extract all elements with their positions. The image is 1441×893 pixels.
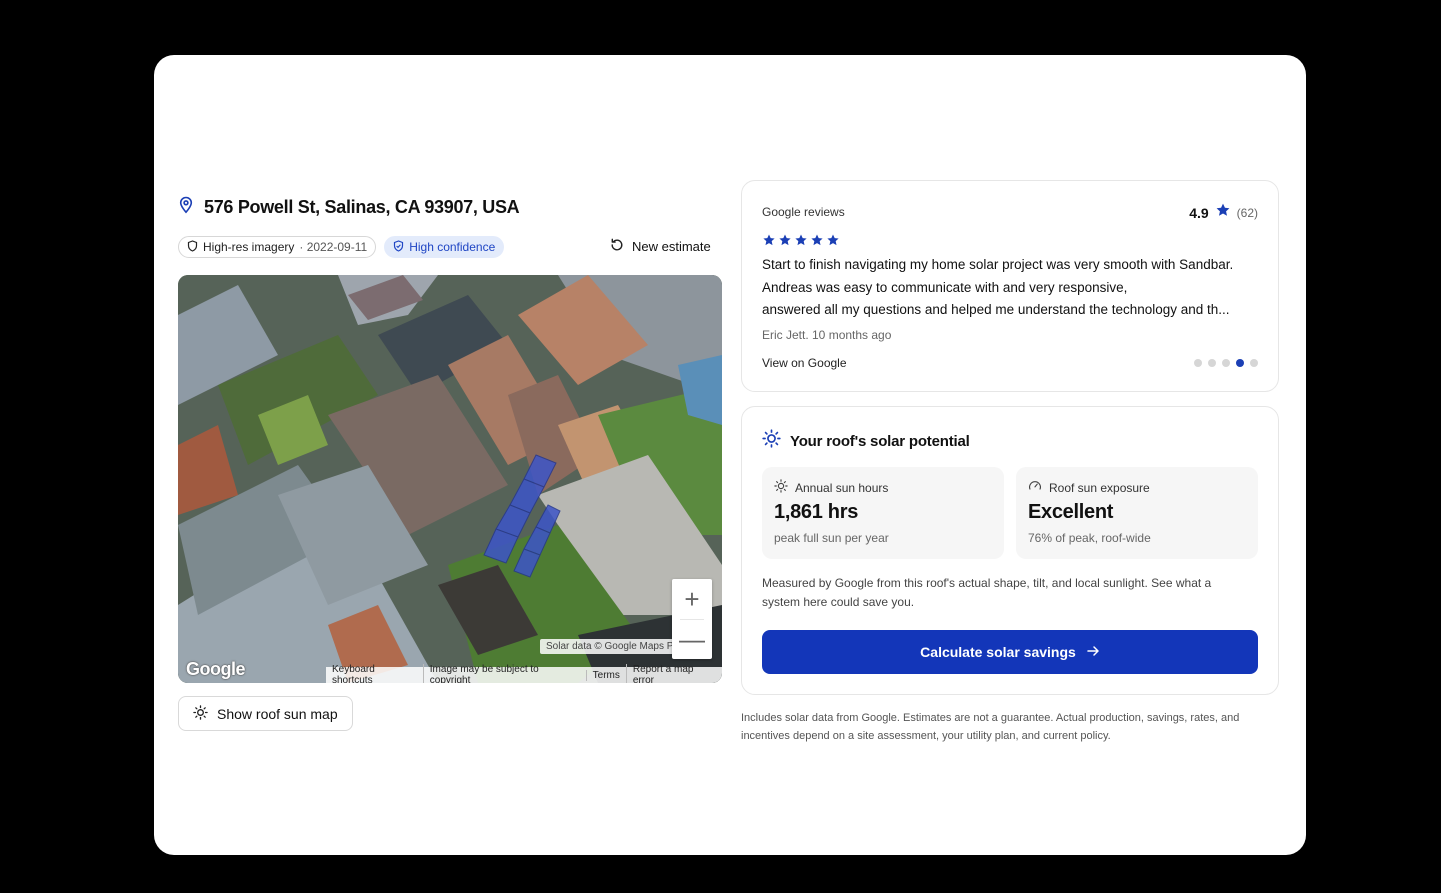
review-text: Start to finish navigating my home solar… [762, 254, 1260, 322]
terms-link[interactable]: Terms [585, 669, 626, 681]
show-roof-sun-map-button[interactable]: Show roof sun map [178, 696, 353, 731]
sun-icon [193, 704, 208, 723]
review-stars [762, 233, 840, 247]
google-reviews-card: Google reviews 4.9 (62) Start to finish … [741, 180, 1279, 392]
pagination-dot[interactable] [1194, 359, 1202, 367]
star-icon [827, 234, 839, 246]
pagination-dot[interactable] [1236, 359, 1244, 367]
new-estimate-button[interactable]: New estimate [610, 238, 711, 255]
zoom-out-button[interactable]: — [672, 619, 712, 659]
stat-subtext: peak full sun per year [774, 531, 889, 545]
map-footer-links: Keyboard shortcuts Image may be subject … [326, 664, 722, 683]
star-icon [795, 234, 807, 246]
stat-label: Annual sun hours [795, 480, 889, 495]
show-roof-sun-map-label: Show roof sun map [217, 705, 338, 722]
imagery-chip: High-res imagery · 2022-09-11 [178, 236, 377, 258]
confidence-label: High confidence [409, 240, 496, 254]
review-text-truncated: answered all my questions and helped me … [762, 302, 1230, 317]
cta-label: Calculate solar savings [920, 644, 1076, 660]
review-count: (62) [1236, 205, 1258, 220]
solar-title: Your roof's solar potential [790, 432, 970, 450]
review-text-main: Start to finish navigating my home solar… [762, 257, 1234, 295]
stat-subtext: 76% of peak, roof-wide [1028, 531, 1151, 545]
solar-potential-card: Your roof's solar potential Annual sun h… [741, 406, 1279, 695]
zoom-in-button[interactable]: + [672, 579, 712, 619]
address-text: 576 Powell St, Salinas, CA 93907, USA [204, 197, 520, 217]
new-estimate-label: New estimate [632, 239, 711, 254]
roof-sun-exposure-stat: Roof sun exposure Excellent 76% of peak,… [1016, 467, 1258, 559]
zoom-control: + — [672, 579, 712, 659]
google-logo: Google [186, 659, 246, 679]
aerial-imagery [178, 275, 722, 683]
pagination-dot[interactable] [1222, 359, 1230, 367]
review-pagination [1194, 359, 1258, 367]
pagination-dot[interactable] [1208, 359, 1216, 367]
star-icon [811, 234, 823, 246]
confidence-chip: High confidence [384, 236, 505, 258]
star-icon [763, 234, 775, 246]
imagery-label: High-res imagery [203, 240, 295, 254]
map-pin-icon [178, 196, 194, 219]
review-author: Eric Jett. 10 months ago [762, 328, 892, 342]
stat-value: Excellent [1028, 501, 1114, 523]
stat-label: Roof sun exposure [1049, 480, 1150, 495]
reviews-title: Google reviews [762, 205, 845, 219]
solar-header: Your roof's solar potential [762, 429, 970, 453]
stat-value: 1,861 hrs [774, 501, 859, 523]
report-error-link[interactable]: Report a map error [625, 664, 722, 683]
rating-score: 4.9 [1189, 204, 1209, 221]
view-on-google-link[interactable]: View on Google [762, 356, 847, 370]
shield-icon [187, 239, 198, 255]
sun-icon [762, 429, 781, 453]
refresh-icon [610, 238, 624, 255]
address-header: 576 Powell St, Salinas, CA 93907, USA [178, 196, 520, 219]
copyright-notice: Image may be subject to copyright [422, 664, 586, 683]
calculate-solar-savings-button[interactable]: Calculate solar savings [762, 630, 1258, 674]
imagery-chips: High-res imagery · 2022-09-11 High confi… [178, 236, 505, 258]
annual-sun-hours-stat: Annual sun hours 1,861 hrs peak full sun… [762, 467, 1004, 559]
reviews-rating: 4.9 (62) [1189, 202, 1258, 223]
sun-icon [774, 479, 788, 496]
keyboard-shortcuts-link[interactable]: Keyboard shortcuts [326, 664, 423, 683]
star-icon [779, 234, 791, 246]
pagination-dot[interactable] [1250, 359, 1258, 367]
satellite-map[interactable]: Google Solar data © Google Maps Platform… [178, 275, 722, 683]
disclaimer-text: Includes solar data from Google. Estimat… [741, 712, 1240, 742]
star-icon [1215, 202, 1231, 223]
estimate-card: 576 Powell St, Salinas, CA 93907, USA Hi… [154, 55, 1306, 855]
imagery-date: · 2022-09-11 [299, 240, 368, 254]
arrow-right-icon [1086, 644, 1100, 661]
shield-check-icon [393, 239, 404, 255]
solar-description: Measured by Google from this roof's actu… [762, 576, 1212, 609]
gauge-icon [1028, 479, 1042, 496]
